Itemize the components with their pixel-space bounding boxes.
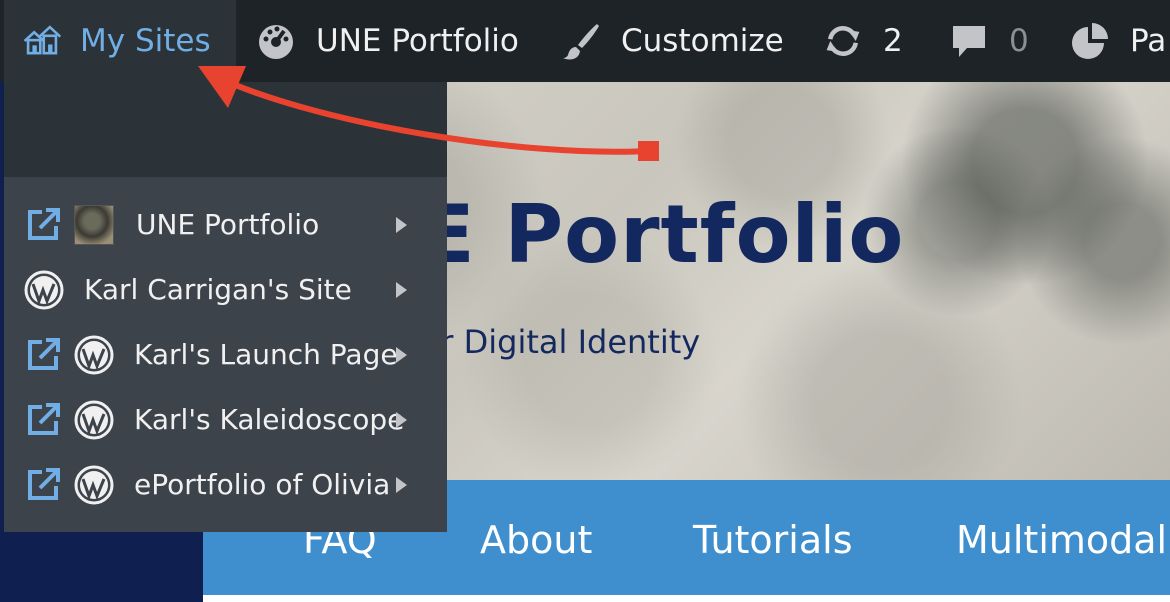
site-title[interactable]: E Portfolio <box>420 188 904 281</box>
site-name-menu[interactable]: UNE Portfolio <box>256 0 519 82</box>
my-sites-dropdown: UNE Portfolio Karl Carrigan's Site Karl'… <box>4 177 447 532</box>
my-sites-menu[interactable]: My Sites <box>4 0 236 82</box>
comments-link[interactable]: 0 <box>949 0 1029 82</box>
comments-count: 0 <box>1009 23 1029 59</box>
site-item-karls-launch-page[interactable]: Karl's Launch Page <box>4 322 447 387</box>
external-link-icon <box>28 207 60 240</box>
stats-label: Pa <box>1130 23 1167 59</box>
my-sites-icon <box>22 21 62 61</box>
site-item-label: UNE Portfolio <box>136 208 320 241</box>
wordpress-logo-icon <box>74 335 114 374</box>
submenu-arrow-icon <box>396 281 407 298</box>
external-link-icon <box>28 337 60 370</box>
my-sites-label: My Sites <box>80 23 211 59</box>
site-item-karl-carrigans-site[interactable]: Karl Carrigan's Site <box>4 257 447 322</box>
stats-link[interactable]: Pa <box>1070 0 1166 82</box>
site-item-karls-kaleidoscope[interactable]: Karl's Kaleidoscope <box>4 387 447 452</box>
wordpress-logo-icon <box>74 465 114 504</box>
wordpress-logo-icon <box>74 400 114 439</box>
customize-link[interactable]: Customize <box>561 0 784 82</box>
submenu-arrow-icon <box>396 411 407 428</box>
submenu-arrow-icon <box>396 476 407 493</box>
site-item-label: ePortfolio of Olivia <box>134 468 391 501</box>
site-name-label: UNE Portfolio <box>316 23 519 59</box>
site-item-label: Karl's Kaleidoscope <box>134 403 405 436</box>
site-item-label: Karl Carrigan's Site <box>84 273 352 306</box>
site-item-eportfolio-of-olivia[interactable]: ePortfolio of Olivia <box>4 452 447 517</box>
customize-label: Customize <box>621 23 784 59</box>
paintbrush-icon <box>561 21 601 61</box>
nav-item-multimodal[interactable]: Multimodal <box>956 518 1167 562</box>
dashboard-icon <box>256 21 296 61</box>
nav-item-tutorials[interactable]: Tutorials <box>693 518 853 562</box>
submenu-arrow-icon <box>396 346 407 363</box>
pie-chart-icon <box>1070 21 1110 61</box>
external-link-icon <box>28 467 60 500</box>
refresh-icon <box>823 21 863 61</box>
site-thumbnail-icon <box>74 204 114 245</box>
updates-link[interactable]: 2 <box>823 0 903 82</box>
wordpress-logo-icon <box>24 270 64 309</box>
site-item-une-portfolio[interactable]: UNE Portfolio <box>4 192 447 257</box>
nav-item-about[interactable]: About <box>480 518 592 562</box>
admin-bar: My Sites UNE Portfolio Customize 2 0 Pa <box>0 0 1170 82</box>
submenu-arrow-icon <box>396 216 407 233</box>
updates-count: 2 <box>883 23 903 59</box>
nav-divider <box>203 595 1170 602</box>
my-sites-dropdown-header <box>4 82 447 177</box>
site-tagline: ur Digital Identity <box>420 323 701 361</box>
comment-icon <box>949 21 989 61</box>
external-link-icon <box>28 402 60 435</box>
site-item-label: Karl's Launch Page <box>134 338 398 371</box>
